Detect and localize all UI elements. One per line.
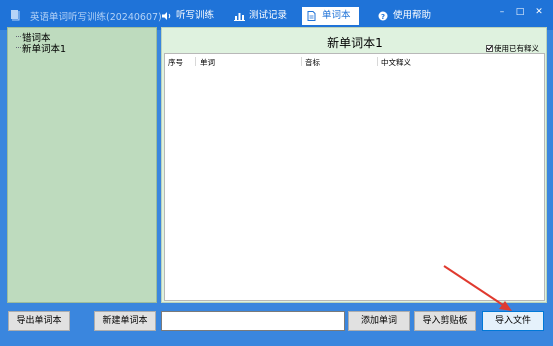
tab-test-records[interactable]: 测试记录	[233, 7, 287, 25]
tab-label: 听写训练	[176, 10, 215, 21]
tree-connector	[16, 47, 21, 48]
app-book-icon	[11, 10, 20, 21]
checkbox-label: 使用已有释义	[494, 44, 539, 53]
column-header-index[interactable]: 序号	[168, 57, 183, 68]
column-separator	[195, 57, 196, 66]
tab-dictation[interactable]: 听写训练	[160, 7, 214, 25]
tab-label: 单词本	[322, 10, 351, 21]
column-header-chinese-definition[interactable]: 中文释义	[381, 57, 411, 68]
tab-help[interactable]: ? 使用帮助	[377, 7, 431, 25]
new-wordbook-button[interactable]: 新建单词本	[94, 311, 156, 331]
title-bar: 英语单词听写训练(20240607) 听写训练 测试记录 单词本 ? 使用帮助 …	[0, 0, 553, 30]
export-wordbook-button[interactable]: 导出单词本	[8, 311, 70, 331]
app-window: 英语单词听写训练(20240607) 听写训练 测试记录 单词本 ? 使用帮助 …	[0, 0, 553, 346]
wordbook-tree[interactable]: 错词本 新单词本1	[7, 27, 157, 303]
column-header-word[interactable]: 单词	[200, 57, 215, 68]
wordbook-panel: 新单词本1 使用已有释义 序号 单词 音标 中文释义	[161, 27, 547, 303]
tab-label: 测试记录	[249, 10, 288, 21]
column-separator	[377, 57, 378, 66]
document-icon	[307, 11, 316, 21]
import-clipboard-button[interactable]: 导入剪贴板	[414, 311, 476, 331]
speaker-icon	[162, 12, 171, 20]
add-word-button[interactable]: 添加单词	[348, 311, 410, 331]
svg-text:?: ?	[381, 13, 385, 21]
close-button[interactable]: ✕	[532, 6, 546, 18]
tab-wordbook[interactable]: 单词本	[302, 7, 359, 25]
bar-chart-icon	[234, 13, 245, 21]
tree-item-new-wordbook-1[interactable]: 新单词本1	[22, 41, 66, 55]
minimize-button[interactable]: –	[495, 6, 509, 18]
word-table[interactable]: 序号 单词 音标 中文释义	[164, 53, 545, 301]
checkbox-checked-icon	[486, 45, 493, 52]
import-file-button[interactable]: 导入文件	[482, 311, 544, 331]
help-icon: ?	[378, 11, 388, 21]
word-input[interactable]	[161, 311, 345, 331]
maximize-button[interactable]: □	[513, 6, 527, 18]
column-separator	[301, 57, 302, 66]
window-title: 英语单词听写训练(20240607)	[30, 12, 162, 23]
tab-label: 使用帮助	[393, 10, 432, 21]
tree-connector	[16, 36, 21, 37]
column-header-phonetic[interactable]: 音标	[305, 57, 320, 68]
